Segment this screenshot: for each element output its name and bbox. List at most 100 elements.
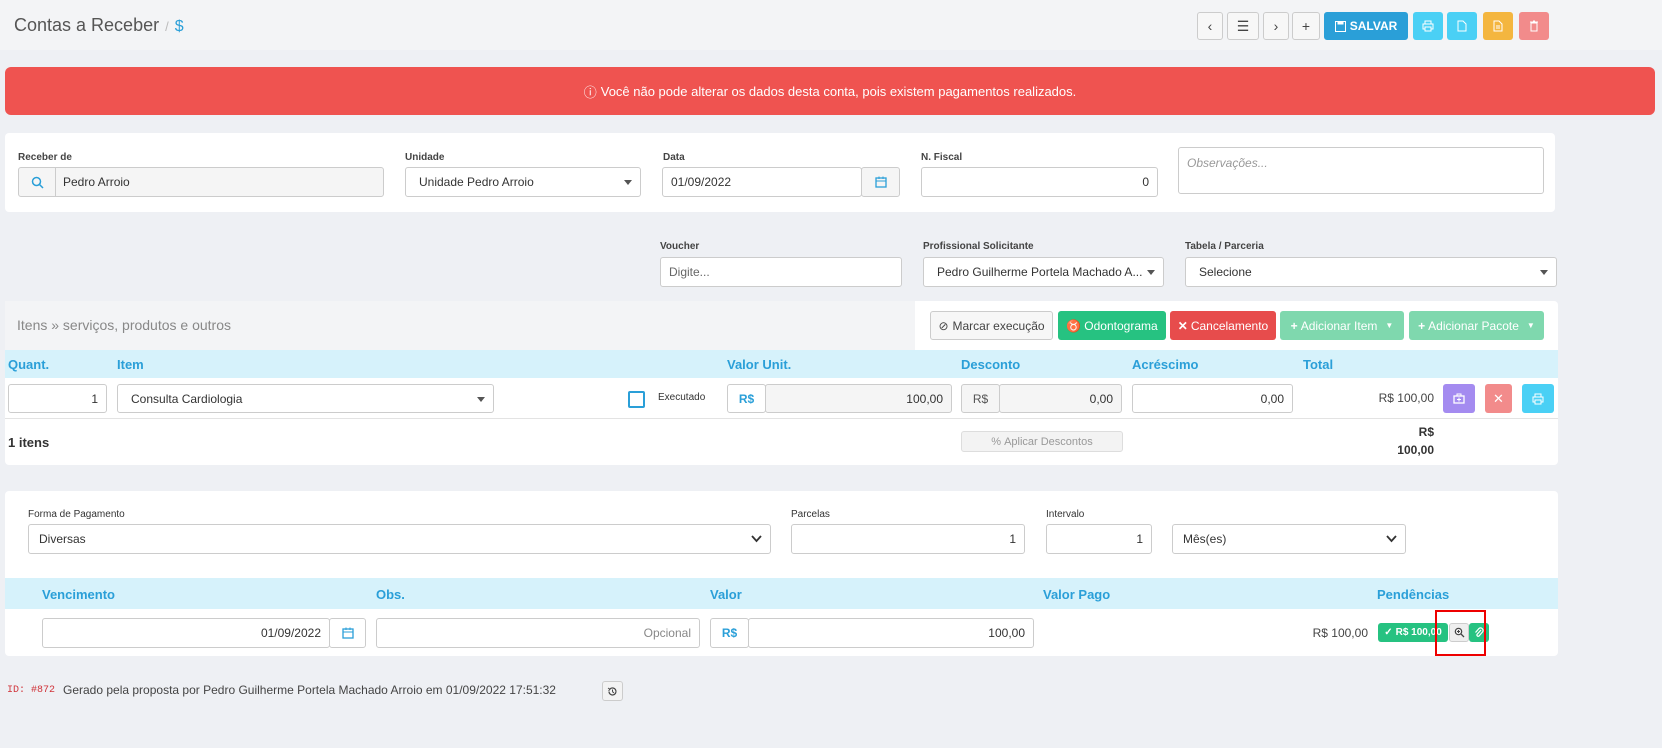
chevron-down-icon [1147,270,1155,275]
printer-icon [1422,20,1434,32]
tabela-label: Tabela / Parceria [1185,241,1264,252]
vencimento-calendar-button[interactable] [329,618,366,648]
data-input[interactable]: 01/09/2022 [662,167,862,197]
item-quant-input[interactable]: 1 [8,384,107,413]
save-button[interactable]: SALVAR [1324,12,1408,40]
report-button[interactable] [1483,12,1513,40]
printer-icon [1532,393,1544,404]
valor-unit-currency: R$ [727,384,766,413]
col-desconto: Desconto [961,357,1021,372]
adicionar-pacote-label: Adicionar Pacote [1428,318,1519,333]
item-select[interactable]: Consulta Cardiologia [117,384,494,413]
unidade-value: Unidade Pedro Arroio [419,175,534,189]
forma-value: Diversas [39,532,86,546]
intervalo-value: 1 [1136,532,1143,546]
adicionar-item-button[interactable]: + Adicionar Item ▼ [1280,311,1404,340]
profissional-select[interactable]: Pedro Guilherme Portela Machado A... [923,257,1164,287]
close-icon: ✕ [1493,390,1504,406]
acrescimo-input[interactable]: 0,00 [1132,384,1293,413]
profissional-value: Pedro Guilherme Portela Machado A... [937,265,1143,279]
footer-total-currency: R$ [1418,425,1434,439]
plus-icon: + [1290,318,1298,333]
voucher-placeholder: Digite... [669,265,710,279]
odontograma-button[interactable]: ♉ Odontograma [1058,311,1166,340]
previous-button[interactable]: ‹ [1197,12,1223,40]
chevron-down-icon [1540,270,1548,275]
col-valor: Valor [710,587,742,602]
adicionar-pacote-button[interactable]: + Adicionar Pacote ▼ [1409,311,1544,340]
valor-currency: R$ [710,618,749,648]
obs-input[interactable]: Opcional [376,618,700,648]
footer-text: Gerado pela proposta por Pedro Guilherme… [63,683,556,697]
intervalo-input[interactable]: 1 [1046,524,1152,554]
profissional-label: Profissional Solicitante [923,241,1034,252]
new-document-button[interactable] [1447,12,1477,40]
adicionar-item-label: Adicionar Item [1300,318,1378,333]
cancelamento-button[interactable]: ✕ Cancelamento [1170,311,1276,340]
valor-unit-input[interactable]: 100,00 [765,384,952,413]
percent-icon: % [991,435,1002,448]
page-title: Contas a Receber / $ [14,15,184,36]
search-icon[interactable] [19,168,56,196]
calendar-icon [341,627,354,639]
valor-input[interactable]: 100,00 [748,618,1034,648]
observacoes-placeholder: Observações... [1187,156,1268,170]
col-total: Total [1303,357,1334,372]
plus-icon: + [1301,18,1311,34]
tooth-icon: ♉ [1066,318,1082,333]
voucher-input[interactable]: Digite... [660,257,902,287]
marcar-execucao-button[interactable]: ⊘ Marcar execução [930,311,1053,340]
plus-icon: + [1418,318,1426,333]
vencimento-value: 01/09/2022 [260,626,321,640]
fiscal-label: N. Fiscal [921,152,963,163]
print-button[interactable] [1413,12,1443,40]
next-button[interactable]: › [1263,12,1289,40]
observacoes-textarea[interactable]: Observações... [1178,147,1544,194]
unidade-label: Unidade [405,152,445,163]
desconto-value: 0,00 [1089,391,1113,406]
list-button[interactable]: ☰ [1227,12,1259,40]
chevron-right-icon: › [1273,18,1279,34]
executado-checkbox[interactable] [628,391,645,408]
forma-label: Forma de Pagamento [28,509,125,520]
delete-button[interactable] [1519,12,1549,40]
col-valor-pago: Valor Pago [1043,587,1111,602]
highlight-box [1435,610,1486,656]
history-button[interactable] [602,681,623,701]
page-title-text: Contas a Receber [14,15,160,35]
chevron-left-icon: ‹ [1207,18,1213,34]
desconto-input[interactable]: 0,00 [999,384,1122,413]
tabela-select[interactable]: Selecione [1185,257,1557,287]
aplicar-descontos-button[interactable]: % Aplicar Descontos [961,431,1123,452]
col-valor-unit: Valor Unit. [727,357,792,372]
parcelas-input[interactable]: 1 [791,524,1025,554]
add-button[interactable]: + [1292,12,1320,40]
alert-text: Você não pode alterar os dados desta con… [600,83,1077,99]
record-id: ID: #872 [7,685,56,696]
save-label: SALVAR [1349,19,1398,33]
list-icon: ☰ [1236,17,1250,34]
item-print-button[interactable] [1522,384,1554,413]
col-quant: Quant. [8,357,50,372]
fiscal-input[interactable]: 0 [921,167,1158,197]
dropdown-caret-icon: ▼ [1385,321,1394,330]
periodo-select[interactable]: Mês(es) [1172,524,1406,554]
calendar-icon [874,176,887,188]
tabela-value: Selecione [1199,265,1252,279]
item-execute-button[interactable] [1443,384,1475,413]
check-icon: ✓ [1384,627,1393,638]
cancelamento-label: Cancelamento [1190,318,1269,333]
unidade-select[interactable]: Unidade Pedro Arroio [405,167,641,197]
item-remove-button[interactable]: ✕ [1485,384,1512,413]
dropdown-caret-icon: ▼ [1526,321,1535,330]
file-text-icon [1493,20,1503,32]
col-pendencias: Pendências [1377,587,1450,602]
receber-field[interactable]: Pedro Arroio [18,167,384,197]
footer-total-value: 100,00 [1397,443,1434,457]
obs-placeholder: Opcional [643,626,691,640]
history-icon [607,686,617,696]
col-acrescimo: Acréscimo [1132,357,1199,372]
forma-select[interactable]: Diversas [28,524,771,554]
calendar-button[interactable] [861,167,900,197]
vencimento-input[interactable]: 01/09/2022 [42,618,330,648]
